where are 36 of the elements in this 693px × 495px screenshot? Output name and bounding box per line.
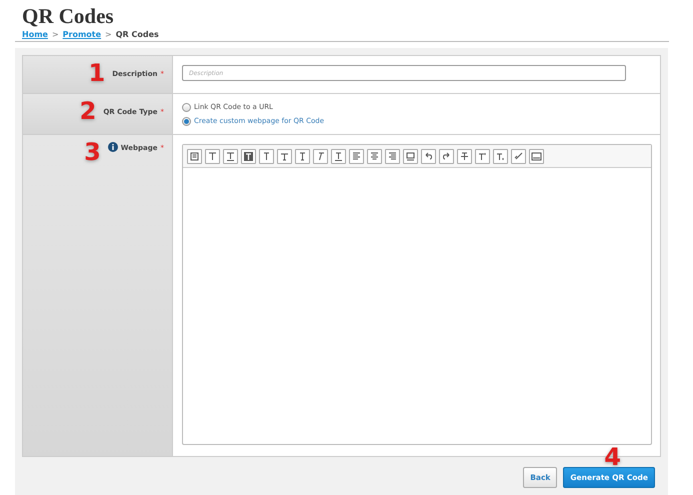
step-number: 2	[80, 99, 96, 123]
breadcrumb-link[interactable]: Home	[22, 29, 48, 40]
bold-icon	[242, 150, 255, 162]
toolbar-button[interactable]	[331, 148, 346, 164]
toolbar-button[interactable]	[313, 148, 328, 164]
breadcrumb-separator: >	[105, 29, 112, 40]
strikethrough-icon	[458, 150, 471, 162]
align-left-icon	[350, 150, 363, 162]
page-title: QR Codes	[22, 3, 114, 29]
underline-icon	[332, 150, 345, 162]
breadcrumb-current: QR Codes	[116, 29, 159, 40]
info-icon[interactable]	[108, 142, 118, 152]
toolbar-button[interactable]	[187, 148, 202, 164]
toolbar-button[interactable]	[385, 148, 400, 164]
toolbar-button[interactable]	[439, 148, 454, 164]
source-icon	[188, 150, 201, 162]
step-number: 3	[84, 140, 101, 164]
toolbar-button[interactable]	[529, 148, 544, 164]
image-icon	[530, 150, 543, 162]
toolbar-button[interactable]	[457, 148, 472, 164]
toolbar-button[interactable]	[241, 148, 256, 164]
toolbar-button[interactable]	[259, 148, 274, 164]
breadcrumb-link[interactable]: Promote	[62, 29, 102, 40]
toolbar-button[interactable]	[367, 148, 382, 164]
toolbar-button[interactable]	[223, 148, 238, 164]
toolbar-button[interactable]	[421, 148, 436, 164]
toolbar-button[interactable]	[475, 148, 490, 164]
toolbar-button[interactable]	[295, 148, 310, 164]
toolbar-button[interactable]	[349, 148, 364, 164]
align-center-icon	[368, 150, 381, 162]
underline-icon	[224, 150, 237, 162]
step-number: 1	[88, 61, 106, 85]
toolbar-button[interactable]	[493, 148, 508, 164]
align-right-icon	[386, 150, 399, 162]
step-number: 4	[604, 445, 621, 469]
breadcrumb-separator: >	[52, 29, 59, 40]
